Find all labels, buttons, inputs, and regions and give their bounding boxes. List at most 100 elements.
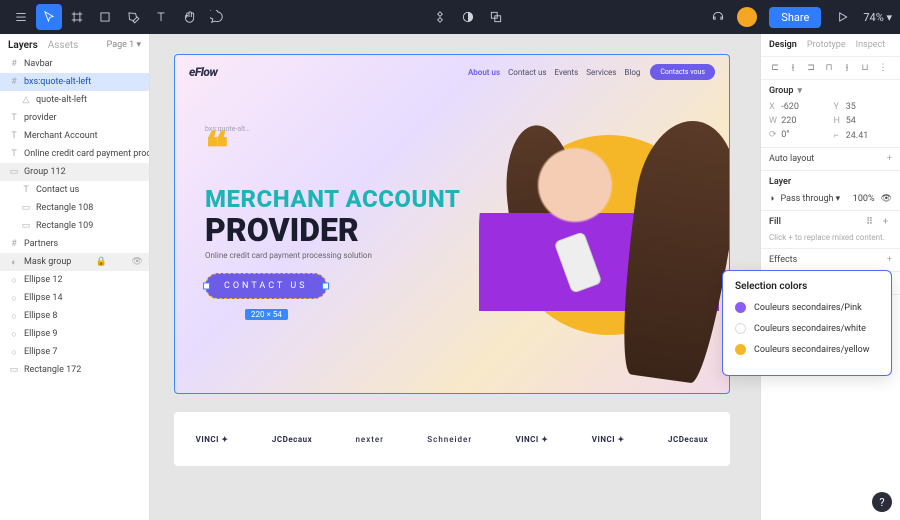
partner-logo: VINCI ✦ (515, 435, 548, 444)
layer-item[interactable]: ▭Rectangle 109 (0, 217, 149, 235)
layer-label: Ellipse 7 (24, 347, 57, 357)
site-logo: eFlow (189, 65, 217, 79)
ellipse-icon: ○ (8, 292, 20, 304)
layer-item[interactable]: ▭Group 112 (0, 163, 149, 181)
canvas[interactable]: eFlow About us Contact us Events Services Bl… (150, 34, 760, 520)
comment-tool[interactable] (204, 4, 230, 30)
align-left-icon[interactable]: ⊏ (769, 63, 781, 73)
mask-icon[interactable] (455, 4, 481, 30)
text-icon: T (8, 148, 20, 160)
fill-hint: Click + to replace mixed content. (769, 233, 892, 242)
h-field[interactable]: H 54 (834, 116, 893, 126)
partner-logo: Schneider (427, 435, 472, 444)
user-avatar[interactable] (737, 7, 757, 27)
align-top-icon[interactable]: ⊓ (823, 63, 835, 73)
partner-logo: VINCI ✦ (592, 435, 625, 444)
layer-item[interactable]: TContact us (0, 181, 149, 199)
component-icon[interactable] (427, 4, 453, 30)
nav-link[interactable]: About us (468, 68, 500, 77)
color-row[interactable]: Couleurs secondaires/white (735, 323, 879, 334)
w-field[interactable]: W 220 (769, 116, 828, 126)
tab-prototype[interactable]: Prototype (807, 40, 846, 50)
layer-item[interactable]: ▭Rectangle 108 (0, 199, 149, 217)
layer-item[interactable]: ○Ellipse 7 (0, 343, 149, 361)
nav-link[interactable]: Blog (624, 68, 640, 77)
blend-mode-select[interactable]: Pass through ▾ (780, 194, 846, 204)
frame-icon: # (8, 76, 20, 88)
menu-tool[interactable] (8, 4, 34, 30)
ellipse-icon: ○ (8, 274, 20, 286)
add-fill-icon[interactable]: + (883, 217, 892, 227)
layer-item[interactable]: △quote-alt-left (0, 91, 149, 109)
headline-provider: PROVIDER (205, 211, 359, 249)
align-right-icon[interactable]: ⊐ (805, 63, 817, 73)
style-icon[interactable]: ⠿ (866, 217, 877, 227)
color-row[interactable]: Couleurs secondaires/Pink (735, 302, 879, 313)
nav-link[interactable]: Events (555, 68, 579, 77)
layer-label: bxs:quote-alt-left (24, 77, 91, 87)
align-hcenter-icon[interactable]: ⫲ (787, 63, 799, 73)
layer-label: provider (24, 113, 57, 123)
tab-assets[interactable]: Assets (48, 40, 79, 51)
layer-item[interactable]: # bxs:quote-alt-left (0, 73, 149, 91)
x-field[interactable]: X -620 (769, 102, 828, 112)
layer-item[interactable]: ○Ellipse 8 (0, 307, 149, 325)
align-bottom-icon[interactable]: ⊔ (859, 63, 871, 73)
group-section-title[interactable]: Group▾ (769, 86, 892, 96)
shape-tool[interactable] (92, 4, 118, 30)
nav-cta-button[interactable]: Contacts vous (650, 64, 715, 80)
present-icon[interactable] (829, 4, 855, 30)
tab-inspect[interactable]: Inspect (856, 40, 886, 50)
share-button[interactable]: Share (769, 7, 821, 28)
layer-item[interactable]: ○Ellipse 14 (0, 289, 149, 307)
distribute-icon[interactable]: ⋮ (877, 63, 889, 73)
layer-item[interactable]: ◐Mask group🔒👁 (0, 253, 149, 271)
layer-item[interactable]: Tprovider (0, 109, 149, 127)
eye-icon[interactable]: 👁 (132, 257, 143, 267)
artboard-frame[interactable]: eFlow About us Contact us Events Services Bl… (174, 54, 730, 394)
partner-logo: JCDecaux (272, 435, 312, 444)
corner-field[interactable]: ⌐ 24.41 (834, 130, 893, 141)
zoom-level[interactable]: 74% ▾ (863, 11, 892, 24)
boolean-icon[interactable] (483, 4, 509, 30)
layer-item[interactable]: ▭Rectangle 172 (0, 361, 149, 379)
visibility-icon[interactable]: 👁 (881, 194, 892, 204)
opacity-field[interactable]: 100% (853, 194, 875, 204)
align-controls[interactable]: ⊏ ⫲ ⊐ ⊓ ⫲ ⊔ ⋮ (761, 57, 900, 80)
layer-item[interactable]: TMerchant Account (0, 127, 149, 145)
add-effect-icon[interactable]: + (887, 255, 892, 265)
layer-label: Contact us (36, 185, 79, 195)
help-button[interactable]: ? (872, 492, 892, 512)
headphones-icon[interactable] (705, 4, 731, 30)
page-selector[interactable]: Page 1 ▾ (107, 40, 141, 51)
pen-tool[interactable] (120, 4, 146, 30)
partner-logo: nexter (355, 435, 384, 444)
frame-tool[interactable] (64, 4, 90, 30)
blend-mode-icon[interactable]: ◑ (769, 193, 774, 204)
tab-design[interactable]: Design (769, 40, 797, 50)
y-field[interactable]: Y 35 (834, 102, 893, 112)
fill-section-title: Fill (769, 217, 781, 227)
contact-us-button[interactable]: CONTACT US (205, 273, 327, 299)
color-row[interactable]: Couleurs secondaires/yellow (735, 344, 879, 355)
lock-icon[interactable]: 🔒 (96, 257, 107, 267)
layer-item[interactable]: #Navbar (0, 55, 149, 73)
layer-item[interactable]: ○Ellipse 9 (0, 325, 149, 343)
layer-item[interactable]: ○Ellipse 12 (0, 271, 149, 289)
layer-item[interactable]: TOnline credit card payment proces… (0, 145, 149, 163)
layer-item[interactable]: #Partners (0, 235, 149, 253)
ellipse-icon: ○ (8, 310, 20, 322)
hand-tool[interactable] (176, 4, 202, 30)
rotation-field[interactable]: ⟳ 0° (769, 130, 828, 141)
layer-label: quote-alt-left (36, 95, 87, 105)
align-vcenter-icon[interactable]: ⫲ (841, 63, 853, 73)
nav-link[interactable]: Contact us (508, 68, 546, 77)
color-label: Couleurs secondaires/yellow (754, 345, 870, 355)
add-autolayout-icon[interactable]: + (887, 154, 892, 164)
frame-icon: # (8, 58, 20, 70)
move-tool[interactable] (36, 4, 62, 30)
mask-icon: ◐ (8, 256, 20, 268)
tab-layers[interactable]: Layers (8, 40, 38, 51)
text-tool[interactable] (148, 4, 174, 30)
nav-link[interactable]: Services (586, 68, 616, 77)
